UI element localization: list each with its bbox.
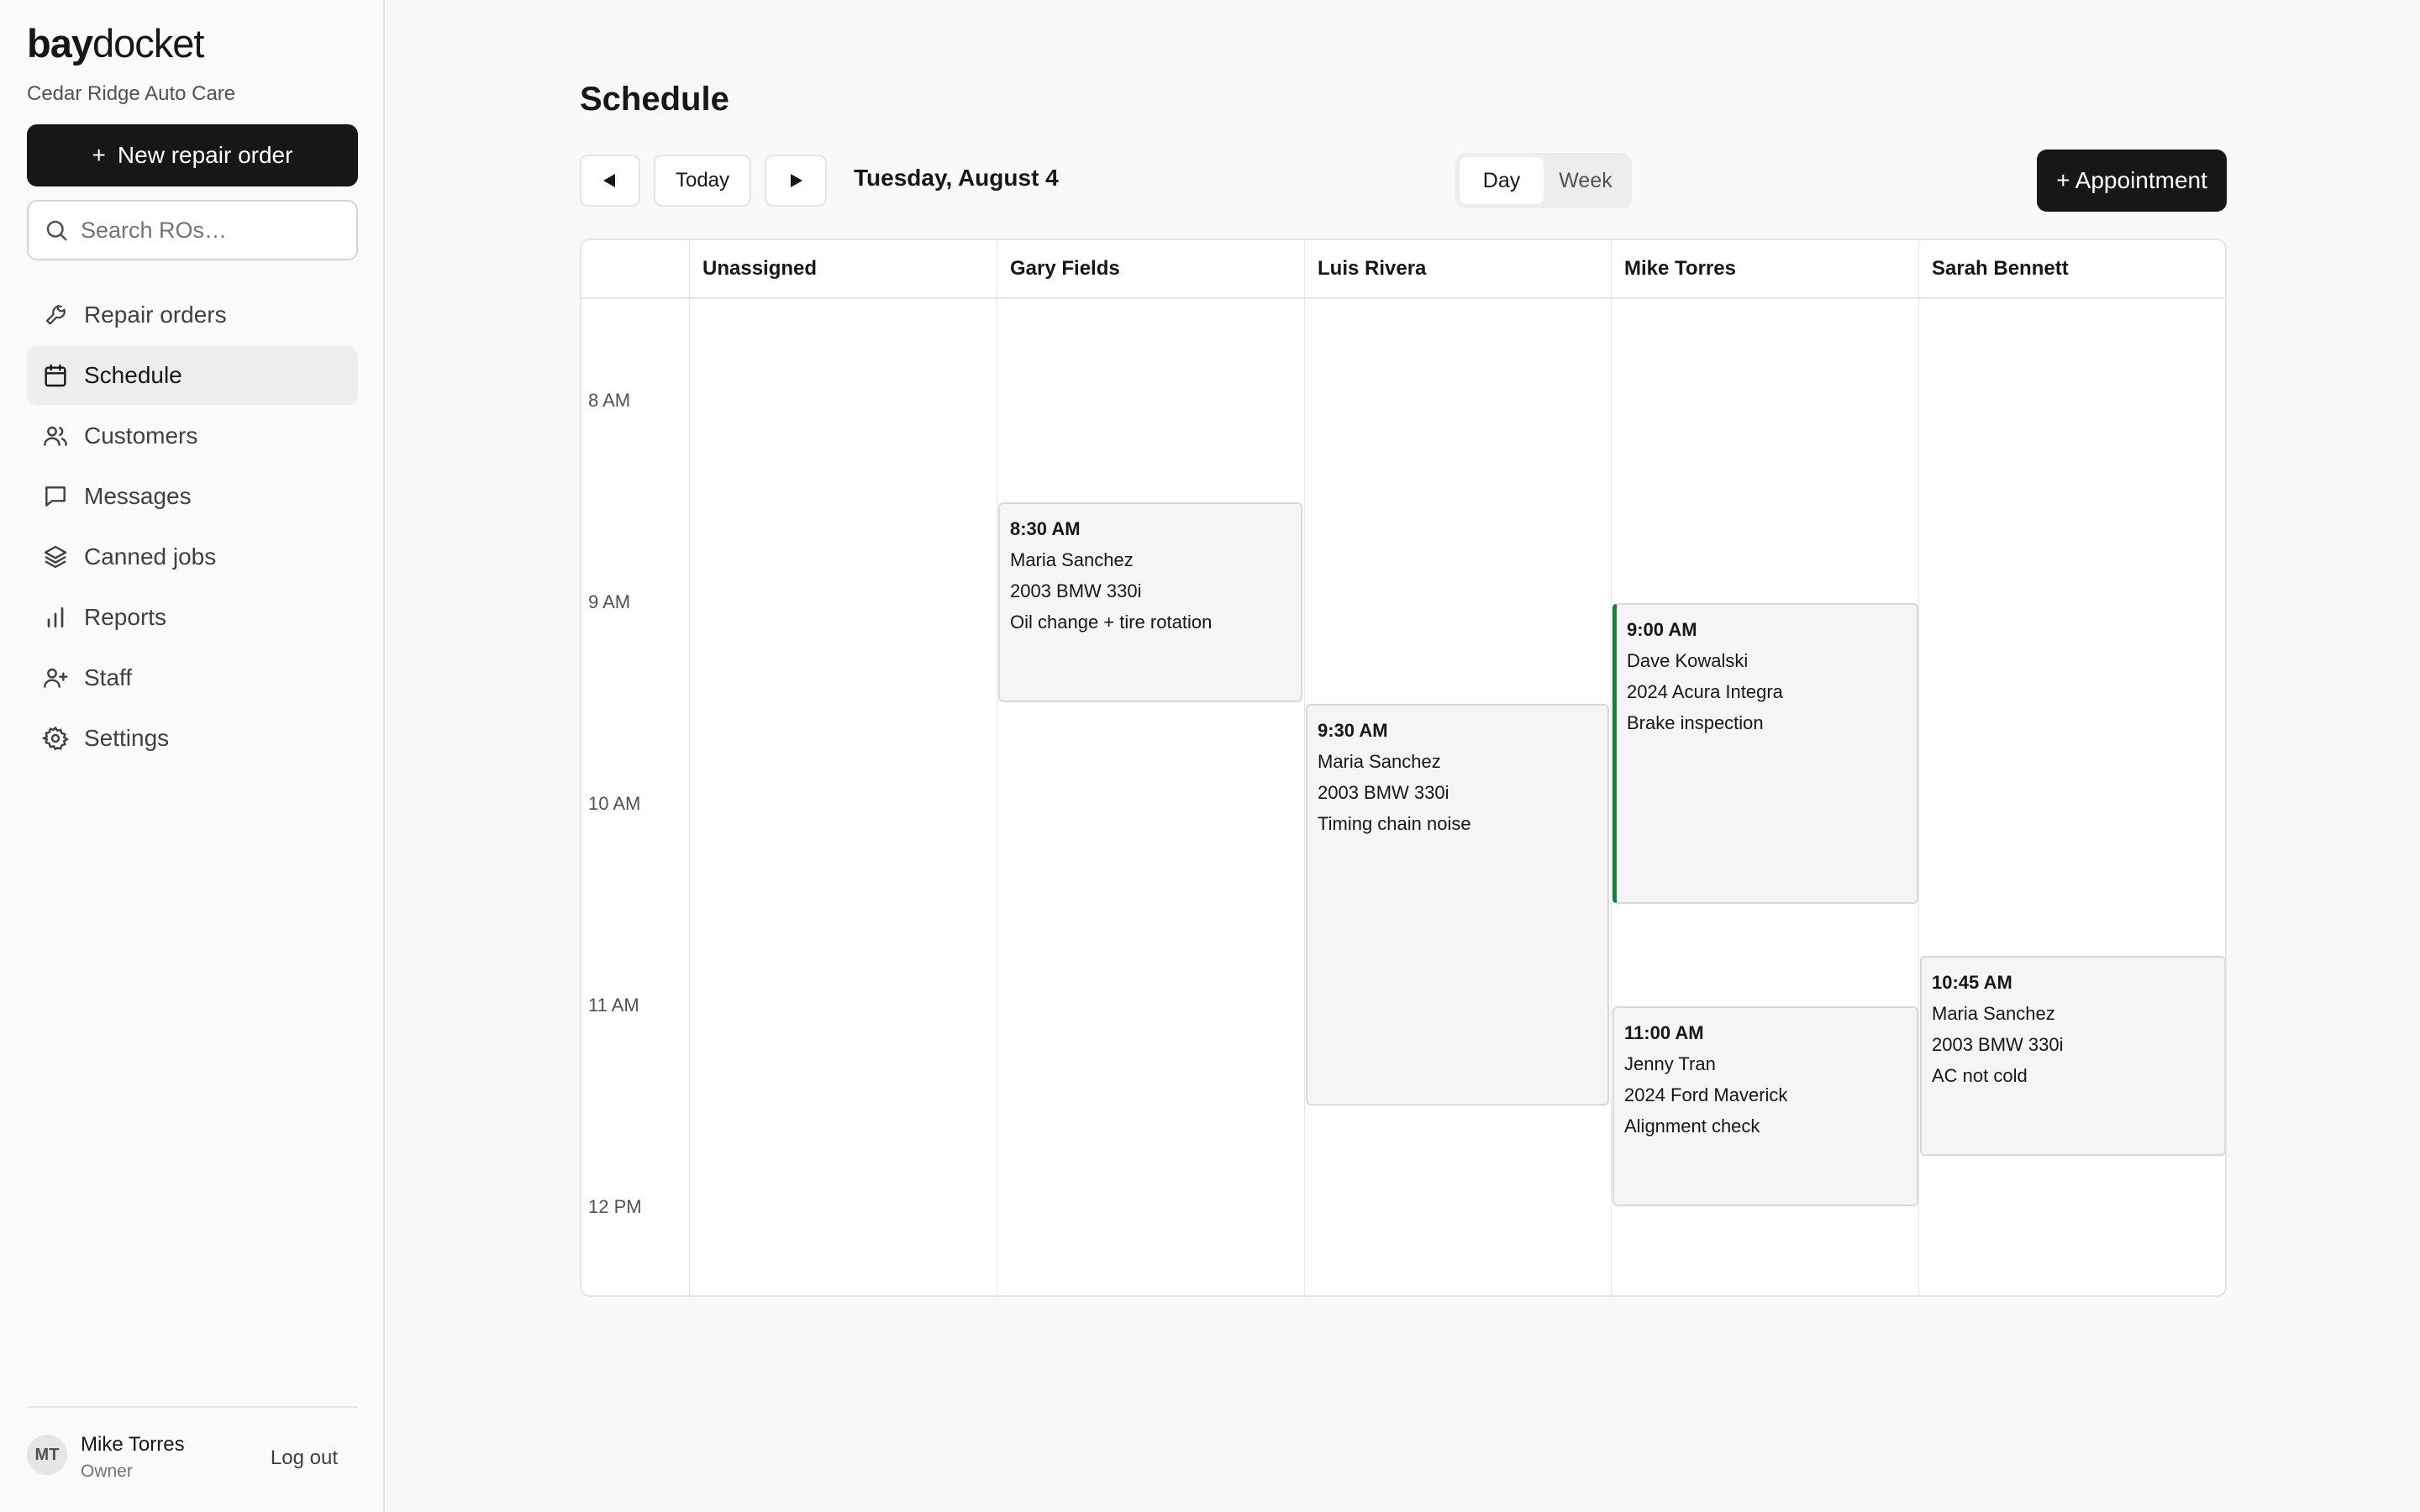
- logout-button[interactable]: Log out: [271, 1446, 338, 1470]
- next-day-button[interactable]: [765, 155, 827, 207]
- user-plus-icon: [44, 668, 68, 688]
- view-toggle: Day Week: [1455, 153, 1632, 208]
- plus-icon: +: [92, 142, 106, 168]
- time-label: 11 AM: [588, 995, 639, 1016]
- current-date: Tuesday, August 4: [854, 165, 1059, 191]
- user-role: Owner: [81, 1462, 133, 1481]
- nav-label: Staff: [84, 664, 133, 690]
- previous-day-button[interactable]: [580, 155, 640, 207]
- page-title: Schedule: [580, 81, 729, 118]
- gear-icon: [42, 726, 69, 751]
- appointment-time: 9:00 AM: [1627, 619, 1697, 640]
- new-repair-order-button[interactable]: + New repair order: [27, 124, 358, 186]
- appointment-vehicle: 2003 BMW 330i: [1318, 782, 1449, 803]
- nav-item-reports[interactable]: Reports: [27, 588, 358, 647]
- user-footer: MT Mike Torres Owner Log out: [27, 1406, 358, 1512]
- sidebar: baydocket Cedar Ridge Auto Care + New re…: [0, 0, 385, 1512]
- nav-item-canned-jobs[interactable]: Canned jobs: [27, 528, 358, 586]
- appointment-customer: Maria Sanchez: [1010, 549, 1134, 570]
- view-week-button[interactable]: Week: [1544, 157, 1628, 204]
- nav-item-schedule[interactable]: Schedule: [27, 346, 358, 405]
- app-logo[interactable]: baydocket: [27, 20, 204, 66]
- new-repair-order-label: New repair order: [117, 142, 293, 168]
- column-divider: [689, 240, 690, 1295]
- appointment-time: 9:30 AM: [1318, 720, 1388, 741]
- search-icon: [46, 220, 67, 241]
- appointment-time: 8:30 AM: [1010, 518, 1081, 539]
- time-label: 9 AM: [588, 591, 631, 612]
- column-divider: [1611, 240, 1612, 1295]
- appointment-service: AC not cold: [1932, 1065, 2028, 1086]
- nav-label: Canned jobs: [84, 543, 217, 570]
- nav-label: Customers: [84, 423, 198, 449]
- triangle-left-icon: [603, 174, 615, 187]
- column-header-gary-fields: Gary Fields: [1010, 257, 1120, 280]
- triangle-right-icon: [791, 174, 802, 187]
- appointment-vehicle: 2003 BMW 330i: [1932, 1034, 2064, 1055]
- column-header-sarah-bennett: Sarah Bennett: [1932, 257, 2069, 280]
- appointment-vehicle: 2003 BMW 330i: [1010, 580, 1142, 601]
- calendar-icon: [45, 364, 66, 387]
- bar-chart-icon: [47, 607, 64, 627]
- appointment-card-selected[interactable]: 9:00 AM Dave Kowalski 2024 Acura Integra…: [1612, 603, 1918, 904]
- today-button[interactable]: Today: [654, 155, 751, 207]
- column-header-mike-torres: Mike Torres: [1624, 257, 1736, 280]
- layers-icon: [44, 545, 67, 569]
- wrench-icon: [45, 305, 66, 325]
- users-icon: [44, 426, 67, 446]
- nav-item-repair-orders[interactable]: Repair orders: [27, 286, 358, 344]
- time-label: 8 AM: [588, 390, 631, 411]
- shop-name: Cedar Ridge Auto Care: [27, 82, 236, 105]
- avatar[interactable]: MT: [27, 1435, 67, 1475]
- appointment-time: 10:45 AM: [1932, 972, 2012, 993]
- search-input[interactable]: [81, 217, 350, 244]
- nav-label: Schedule: [84, 362, 182, 388]
- schedule-calendar: Unassigned Gary Fields Luis Rivera Mike …: [580, 239, 2227, 1297]
- column-header-luis-rivera: Luis Rivera: [1318, 257, 1427, 280]
- column-divider: [1304, 240, 1305, 1295]
- appointment-vehicle: 2024 Ford Maverick: [1624, 1084, 1788, 1105]
- search-box[interactable]: [27, 200, 358, 260]
- appointment-vehicle: 2024 Acura Integra: [1627, 681, 1783, 702]
- time-label: 10 AM: [588, 793, 641, 814]
- appointment-customer: Jenny Tran: [1624, 1053, 1716, 1074]
- nav-item-messages[interactable]: Messages: [27, 467, 358, 526]
- column-divider: [1918, 240, 1919, 1295]
- user-name: Mike Torres: [81, 1433, 185, 1456]
- appointment-card[interactable]: 9:30 AM Maria Sanchez 2003 BMW 330i Timi…: [1306, 704, 1609, 1105]
- appointment-customer: Maria Sanchez: [1318, 751, 1441, 772]
- appointment-card[interactable]: 11:00 AM Jenny Tran 2024 Ford Maverick A…: [1612, 1006, 1918, 1206]
- main-nav: Repair orders Schedule Customers Message…: [27, 286, 358, 769]
- appointment-service: Brake inspection: [1627, 712, 1764, 733]
- appointment-service: Alignment check: [1624, 1116, 1760, 1137]
- nav-item-settings[interactable]: Settings: [27, 709, 358, 768]
- appointment-customer: Dave Kowalski: [1627, 650, 1749, 671]
- nav-label: Messages: [84, 483, 192, 509]
- nav-label: Reports: [84, 604, 167, 630]
- message-icon: [45, 486, 66, 507]
- view-day-button[interactable]: Day: [1460, 157, 1544, 204]
- nav-item-customers[interactable]: Customers: [27, 407, 358, 465]
- appointment-customer: Maria Sanchez: [1932, 1003, 2055, 1024]
- appointment-card[interactable]: 8:30 AM Maria Sanchez 2003 BMW 330i Oil …: [998, 502, 1302, 702]
- appointment-service: Timing chain noise: [1318, 813, 1471, 834]
- appointment-time: 11:00 AM: [1624, 1022, 1704, 1043]
- appointment-service: Oil change + tire rotation: [1010, 612, 1213, 633]
- nav-label: Repair orders: [84, 302, 227, 328]
- nav-label: Settings: [84, 725, 170, 751]
- appointment-card[interactable]: 10:45 AM Maria Sanchez 2003 BMW 330i AC …: [1920, 956, 2225, 1156]
- time-label: 12 PM: [588, 1196, 642, 1217]
- column-header-unassigned: Unassigned: [702, 257, 818, 280]
- nav-item-staff[interactable]: Staff: [27, 648, 358, 707]
- add-appointment-button[interactable]: + Appointment: [2037, 150, 2227, 212]
